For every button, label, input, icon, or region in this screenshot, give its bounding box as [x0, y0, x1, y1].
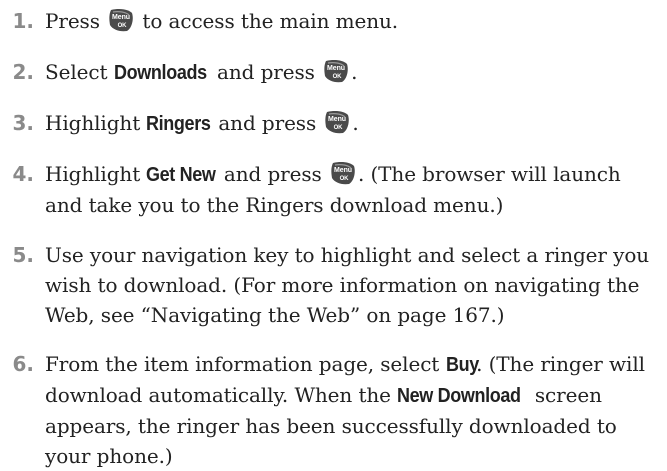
- step-text: Highlight Get New and press Menu OK. (The…: [45, 159, 663, 220]
- step-number: 6.: [12, 352, 34, 376]
- svg-text:Menu: Menu: [334, 167, 352, 174]
- menu-term: Get New: [146, 164, 216, 186]
- svg-text:OK: OK: [333, 74, 343, 80]
- step-text-run: to access the main menu.: [136, 9, 399, 33]
- step-text-run: Use your navigation key to highlight and…: [45, 243, 650, 327]
- step-text: Highlight Ringers and press Menu OK.: [45, 108, 663, 139]
- menu-term: Downloads: [113, 62, 207, 84]
- menu-term: Buy: [445, 354, 479, 376]
- step-number: 5.: [12, 243, 34, 267]
- svg-text:OK: OK: [334, 125, 344, 131]
- step-number: 3.: [12, 111, 34, 135]
- menu-ok-key-icon: Menu OK: [330, 160, 356, 186]
- svg-text:OK: OK: [118, 23, 128, 29]
- svg-text:Menu: Menu: [327, 65, 345, 72]
- svg-text:Menu: Menu: [328, 116, 346, 123]
- step-text-run: Press: [45, 9, 107, 33]
- step-text-run: From the item information page, select: [45, 352, 446, 376]
- step-text-run: and press: [210, 60, 322, 84]
- step-text-run: Select: [45, 60, 114, 84]
- menu-ok-key-icon: Menu OK: [324, 109, 350, 135]
- step-text-run: .: [352, 111, 359, 135]
- step-text: From the item information page, select B…: [45, 349, 663, 471]
- menu-term: Ringers: [146, 113, 211, 135]
- svg-text:OK: OK: [340, 176, 350, 182]
- menu-ok-key-icon: Menu OK: [323, 58, 349, 84]
- step-number: 4.: [12, 162, 34, 186]
- step-text-run: Highlight: [45, 111, 147, 135]
- step-number: 1.: [12, 9, 34, 33]
- step-text-run: Highlight: [45, 162, 147, 186]
- svg-text:Menu: Menu: [112, 14, 130, 21]
- menu-term: New Download: [397, 385, 521, 407]
- step-text-run: and press: [217, 162, 328, 186]
- step-text: Press Menu OK to access the main menu.: [45, 6, 663, 36]
- menu-ok-key-icon: Menu OK: [108, 7, 134, 33]
- step-text: Select Downloads and press Menu OK.: [45, 57, 663, 88]
- step-text-run: .: [351, 60, 358, 84]
- step-text: Use your navigation key to highlight and…: [45, 240, 663, 330]
- step-number: 2.: [12, 60, 34, 84]
- step-text-run: and press: [212, 111, 323, 135]
